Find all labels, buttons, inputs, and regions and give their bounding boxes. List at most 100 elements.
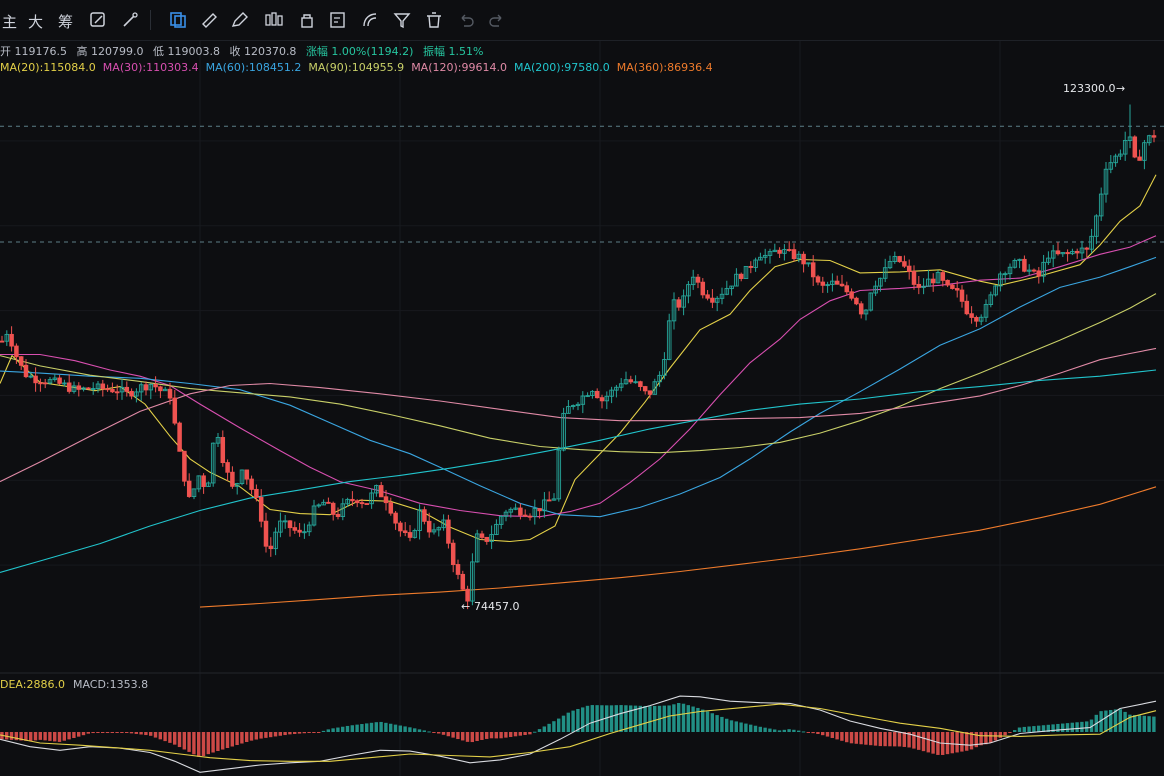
fib-icon[interactable] [360, 10, 380, 30]
candlestick [1055, 242, 1061, 256]
candle-body-down [100, 383, 106, 390]
redo-icon[interactable] [487, 10, 507, 30]
macd-histogram-bar [101, 732, 105, 733]
candlestick [887, 255, 893, 270]
ma-legend-item: MA(30):110303.4 [102, 61, 199, 74]
macd-histogram-bar [489, 732, 494, 739]
candle-body-down [930, 278, 936, 284]
macd-histogram-bar [513, 732, 518, 737]
filter-icon[interactable] [392, 10, 412, 30]
candle-body-down [897, 256, 902, 263]
candlestick [916, 275, 922, 295]
candlestick [868, 292, 874, 312]
macd-histogram-bar [965, 732, 969, 751]
candle-pattern-icon[interactable] [264, 10, 284, 30]
edit-icon[interactable] [88, 10, 108, 30]
macd-histogram-bar [413, 728, 417, 732]
candlestick [9, 326, 14, 352]
candle-body-down [407, 532, 413, 538]
candlestick [206, 481, 211, 487]
candlestick [820, 276, 826, 293]
candlestick [518, 503, 523, 520]
candlestick [705, 290, 710, 301]
delete-icon[interactable] [424, 10, 444, 30]
candlestick [292, 521, 298, 534]
macd-histogram-bar [408, 727, 412, 732]
macd-histogram-bar [134, 732, 138, 734]
macd-histogram-bar [792, 729, 796, 732]
macd-histogram-bar [365, 723, 369, 732]
macd-histogram-bar [1027, 726, 1031, 732]
candlestick [906, 259, 912, 280]
candle-body-down [18, 356, 24, 366]
macd-histogram-bar [326, 729, 330, 732]
candlesticks[interactable] [0, 104, 1157, 610]
candle-body-down [114, 391, 120, 394]
note-icon[interactable] [328, 10, 348, 30]
magic-brush-icon[interactable] [120, 10, 140, 30]
ruler-icon[interactable] [199, 10, 219, 30]
macd-histogram-bar [225, 732, 230, 749]
main-indicator-tab[interactable]: 主 [2, 11, 17, 32]
candlestick [594, 388, 600, 399]
candle-body-down [1151, 135, 1157, 138]
ma-line-ma360 [199, 486, 1157, 608]
macd-histogram-bar [686, 705, 690, 732]
candlestick [450, 539, 456, 573]
macd-histogram-bar [840, 732, 844, 741]
macd-histogram-bar [201, 732, 206, 757]
candlestick [628, 375, 634, 384]
macd-histogram-bar [33, 732, 38, 741]
candlestick [930, 273, 936, 292]
macd-histogram-bar [259, 732, 263, 739]
macd-histogram-bar [331, 728, 335, 732]
macd-histogram-bar [883, 732, 887, 747]
candlestick [738, 272, 744, 282]
candlestick [767, 248, 773, 264]
candlestick [748, 261, 754, 274]
candle-body-down [455, 564, 461, 575]
candlestick [282, 514, 288, 529]
macd-histogram-bar [768, 728, 772, 732]
undo-icon[interactable] [456, 10, 476, 30]
candle-body-down [76, 385, 82, 390]
candle-body-down [642, 386, 648, 392]
macd-histogram-bar [720, 716, 724, 732]
macd-histogram-bar [129, 732, 134, 734]
chart-canvas[interactable]: 123300.0 → ← 74457.0 [0, 0, 1164, 776]
selection-icon[interactable] [168, 10, 188, 30]
lock-icon[interactable] [297, 10, 317, 30]
pen-icon[interactable] [230, 10, 250, 30]
candlestick [1146, 134, 1152, 146]
candle-body-down [974, 317, 979, 322]
large-order-tab[interactable]: 大 [28, 11, 43, 32]
macd-histogram-bar [211, 732, 215, 753]
candlestick [1012, 258, 1018, 269]
candlestick [143, 381, 149, 396]
candle-body-down [220, 437, 226, 464]
macd-histogram-bar [115, 732, 119, 733]
macd-histogram-bar [437, 732, 441, 734]
candlestick [484, 536, 490, 545]
candle-body-down [446, 519, 451, 544]
candlestick [417, 504, 422, 540]
macd-histogram-bar [677, 702, 681, 732]
candlestick [940, 269, 946, 287]
macd-histogram-bar [9, 732, 14, 740]
candlestick [33, 367, 38, 392]
candle-body-down [906, 265, 912, 272]
macd-histogram-bar [384, 722, 388, 732]
candle-body-down [710, 297, 715, 303]
macd-histogram-bar [216, 732, 220, 752]
candlestick [585, 392, 590, 398]
candle-body-down [1084, 247, 1090, 250]
chips-tab[interactable]: 筹 [58, 11, 73, 32]
macd-histogram-bar [557, 718, 561, 732]
candle-body-down [172, 397, 178, 424]
candlestick [479, 530, 485, 540]
candle-body-down [182, 450, 187, 482]
candlestick [326, 497, 331, 504]
candlestick [590, 390, 595, 399]
macd-histogram-bar [57, 732, 62, 742]
candlestick [311, 499, 317, 527]
